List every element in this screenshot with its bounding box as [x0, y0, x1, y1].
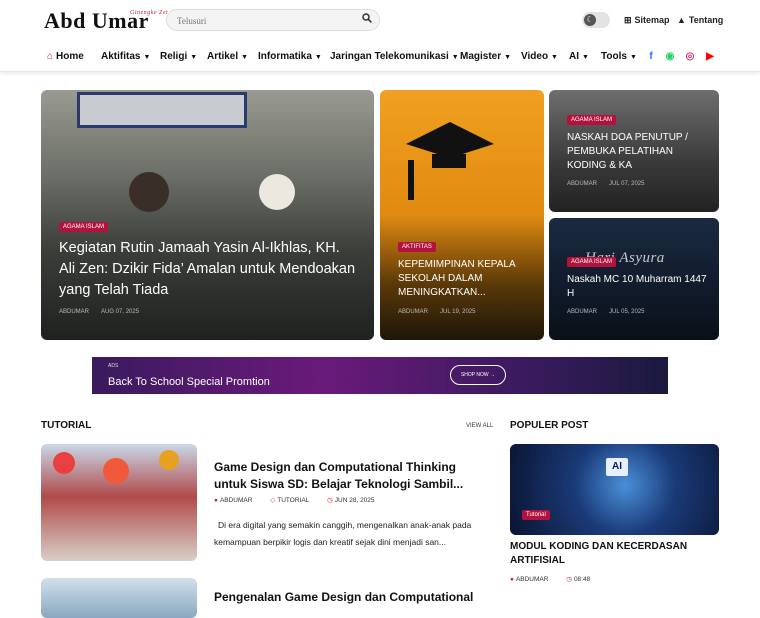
chevron-down-icon: ▼: [314, 54, 322, 61]
category-badge[interactable]: AGAMA ISLAM: [567, 115, 617, 125]
site-logo[interactable]: Abd Umar Ginengke Zet Allehlas: [44, 8, 193, 34]
dark-mode-toggle[interactable]: ☾: [582, 12, 610, 28]
post-meta: ● ABDUMAR ◇ TUTORIAL ◷ JUN 28, 2025: [214, 497, 375, 504]
featured-title[interactable]: NASKAH DOA PENUTUP / PEMBUKA PELATIHAN K…: [567, 131, 707, 173]
building-icon: ▲: [677, 15, 686, 25]
ads-text: Back To School Special Promtion: [108, 376, 270, 388]
post-title[interactable]: Pengenalan Game Design dan Computational: [214, 589, 494, 606]
tutorial-thumbnail[interactable]: [41, 444, 197, 561]
search-icon[interactable]: [362, 13, 372, 26]
ai-chip-icon: AI: [606, 458, 628, 476]
nav-item-video[interactable]: Video ▼: [521, 51, 558, 62]
graduation-cap-icon: [408, 160, 414, 200]
shop-now-button[interactable]: SHOP NOW →: [450, 365, 506, 385]
top-header: Abd Umar Ginengke Zet Allehlas ☾ ⊞Sitema…: [0, 0, 760, 42]
youtube-icon[interactable]: ▶: [704, 51, 716, 62]
chevron-down-icon: ▼: [451, 54, 459, 61]
facebook-icon[interactable]: f: [645, 51, 657, 62]
whatsapp-icon[interactable]: ◉: [664, 51, 676, 62]
home-icon: ⌂: [47, 51, 54, 62]
main-nav: ⌂ Home Aktifitas ▼ Religi ▼ Artikel ▼ Inform…: [0, 42, 760, 72]
clock-icon: ◷: [327, 497, 333, 504]
user-icon: ●: [510, 576, 514, 583]
nav-item-home[interactable]: ⌂ Home: [47, 51, 84, 62]
featured-card-3[interactable]: AGAMA ISLAM NASKAH DOA PENUTUP / PEMBUKA…: [549, 90, 719, 212]
nav-item-aktifitas[interactable]: Aktifitas ▼: [101, 51, 150, 62]
chevron-down-icon: ▼: [143, 54, 151, 61]
featured-title[interactable]: Kegiatan Rutin Jamaah Yasin Al-Ikhlas, K…: [59, 238, 359, 301]
sitemap-link[interactable]: ⊞ Sitemap: [624, 15, 670, 26]
balloon-image: [53, 452, 75, 474]
moon-icon: ☾: [584, 14, 596, 26]
chevron-down-icon: ▼: [504, 54, 512, 61]
featured-card-4[interactable]: Hari Asyura AGAMA ISLAM Naskah MC 10 Muh…: [549, 218, 719, 340]
graduation-cap-icon: [432, 154, 466, 168]
graduation-cap-icon: [406, 122, 494, 144]
nav-item-tools[interactable]: Tools ▼: [601, 51, 637, 62]
post-meta: ABDUMAR JUL 07, 2025: [567, 181, 645, 187]
ads-banner[interactable]: ADS Back To School Special Promtion SHOP…: [92, 357, 668, 394]
post-meta: ABDUMAR JUL 05, 2025: [567, 309, 645, 315]
view-all-link[interactable]: VIEW ALL: [466, 423, 493, 429]
balloon-image: [103, 458, 129, 484]
nav-item-artikel[interactable]: Artikel ▼: [207, 51, 248, 62]
nav-item-magister[interactable]: Magister ▼: [460, 51, 511, 62]
section-title-popular: POPULER POST: [510, 420, 589, 431]
category-badge[interactable]: Tutorial: [522, 510, 550, 520]
category-badge[interactable]: AKTIFITAS: [398, 242, 436, 252]
featured-card-2[interactable]: AKTIFITAS KEPEMIMPINAN KEPALA SEKOLAH DA…: [380, 90, 544, 340]
whiteboard-image: [77, 92, 247, 128]
nav-item-informatika[interactable]: Informatika ▼: [258, 51, 322, 62]
ads-label: ADS: [108, 363, 119, 369]
search-box: [166, 9, 380, 31]
popular-thumbnail[interactable]: AI Tutorial: [510, 444, 719, 535]
post-excerpt: Di era digital yang semakin canggih, men…: [214, 520, 472, 547]
person-image: [129, 172, 169, 212]
clock-icon: ◷: [566, 576, 572, 583]
chevron-down-icon: ▼: [190, 54, 198, 61]
tag-icon: ◇: [270, 497, 276, 504]
chevron-down-icon: ▼: [629, 54, 637, 61]
balloon-image: [159, 450, 179, 470]
post-meta: ABDUMAR JUL 19, 2025: [398, 309, 476, 315]
user-icon: ●: [214, 497, 218, 504]
nav-item-jaringan[interactable]: Jaringan Telekomunikasi ▼: [330, 51, 459, 62]
sitemap-icon: ⊞: [624, 15, 632, 25]
featured-card-main[interactable]: AGAMA ISLAM Kegiatan Rutin Jamaah Yasin …: [41, 90, 374, 340]
featured-title[interactable]: KEPEMIMPINAN KEPALA SEKOLAH DALAM MENING…: [398, 258, 538, 300]
tentang-link[interactable]: ▲ Tentang: [677, 15, 723, 25]
post-meta: ABDUMAR AUG 07, 2025: [59, 309, 140, 315]
category-badge[interactable]: AGAMA ISLAM: [567, 257, 617, 267]
popular-post-title[interactable]: MODUL KODING DAN KECERDASAN ARTIFISIAL: [510, 540, 719, 568]
instagram-icon[interactable]: ◎: [684, 51, 696, 62]
search-input[interactable]: [177, 13, 357, 28]
chevron-down-icon: ▼: [241, 54, 249, 61]
category-badge[interactable]: AGAMA ISLAM: [59, 222, 109, 232]
chevron-down-icon: ▼: [551, 54, 558, 61]
post-meta: ● ABDUMAR ◷ 08:48: [510, 576, 591, 583]
person-image: [259, 174, 295, 210]
chevron-down-icon: ▼: [582, 54, 589, 61]
section-title-tutorial: TUTORIAL: [41, 420, 92, 431]
featured-title[interactable]: Naskah MC 10 Muharram 1447 H: [567, 273, 707, 301]
tutorial-thumbnail[interactable]: [41, 578, 197, 618]
post-title[interactable]: Game Design dan Computational Thinking u…: [214, 459, 490, 493]
nav-item-religi[interactable]: Religi ▼: [160, 51, 197, 62]
nav-item-ai[interactable]: AI ▼: [569, 51, 589, 62]
